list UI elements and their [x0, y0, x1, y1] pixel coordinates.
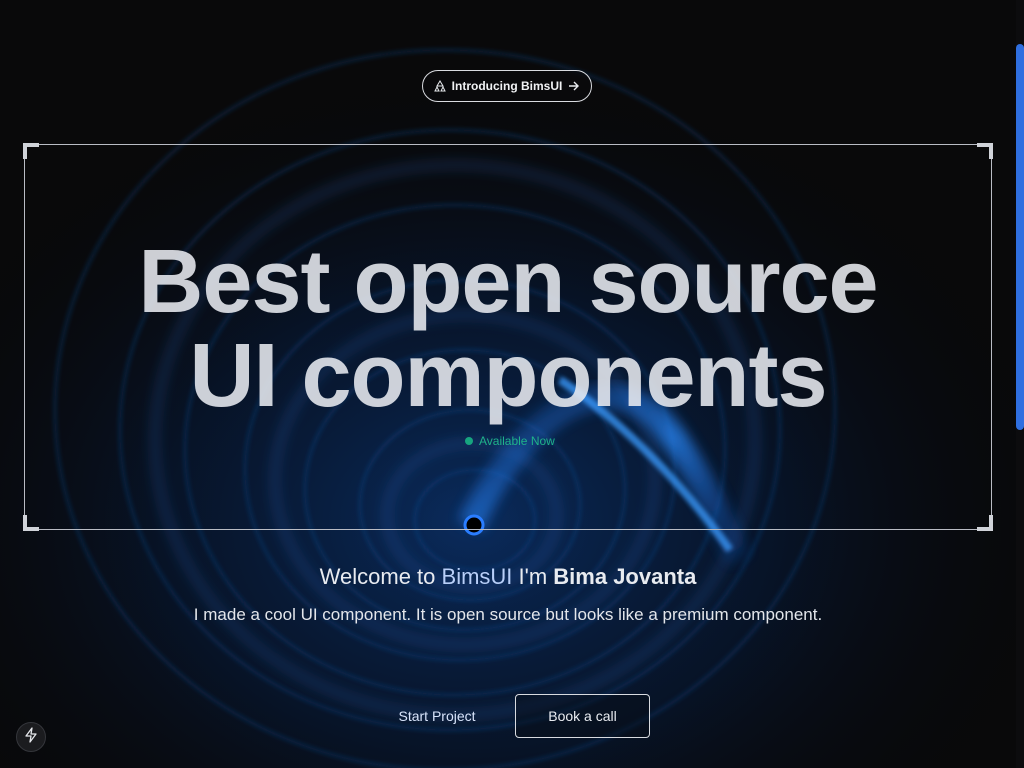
lightning-bolt-icon [24, 726, 38, 748]
start-project-button[interactable]: Start Project [384, 694, 490, 738]
triangle-shapes-icon [433, 80, 446, 92]
availability-status: Available Now [465, 434, 555, 448]
hero-headline-line-1: Best open source [138, 232, 878, 332]
author-name: Bima Jovanta [553, 564, 697, 589]
lightning-bolt-button[interactable] [16, 722, 46, 752]
scrollbar-thumb[interactable] [1016, 44, 1024, 430]
tagline: I made a cool UI component. It is open s… [193, 605, 823, 624]
arrow-right-icon [568, 80, 580, 92]
frame-corner [23, 143, 39, 159]
frame-corner [977, 143, 993, 159]
landing-page: Introducing BimsUI Best open source UI c… [0, 0, 1024, 768]
hero-headline: Best open source UI components [25, 235, 991, 423]
welcome-middle: I'm [512, 564, 554, 589]
frame-corner [23, 515, 39, 531]
brand-name: BimsUI [441, 564, 513, 589]
status-dot-icon [465, 437, 473, 445]
welcome-prefix: Welcome to [319, 564, 442, 589]
scrollbar[interactable] [1016, 0, 1024, 768]
introducing-pill-button[interactable]: Introducing BimsUI [422, 70, 592, 102]
frame-corner [977, 515, 993, 531]
welcome-heading: Welcome to BimsUI I'm Bima Jovanta [0, 564, 1016, 590]
book-a-call-button[interactable]: Book a call [515, 694, 650, 738]
availability-label: Available Now [479, 434, 555, 448]
hero-headline-line-2: UI components [189, 326, 827, 426]
hero-frame: Best open source UI components Available… [23, 143, 993, 531]
introducing-pill-label: Introducing BimsUI [451, 79, 563, 93]
